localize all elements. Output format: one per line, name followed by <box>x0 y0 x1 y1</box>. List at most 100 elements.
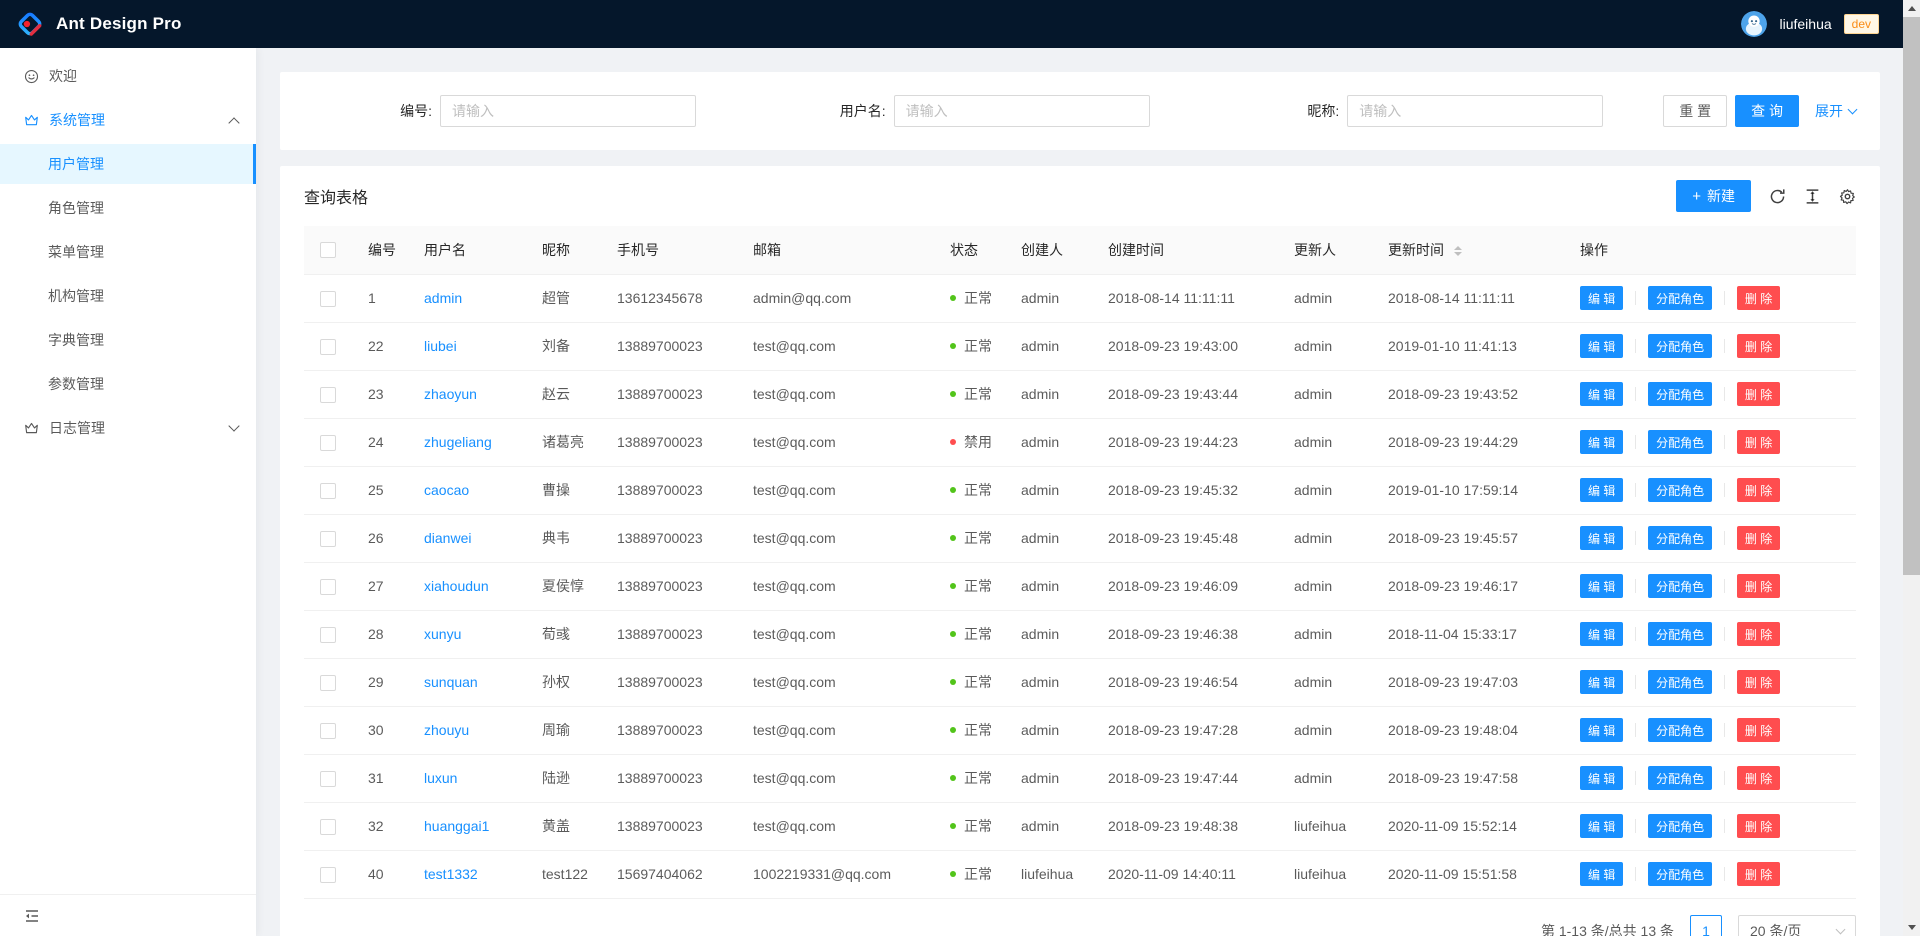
status-text: 正常 <box>964 720 992 740</box>
username-link[interactable]: luxun <box>424 770 457 786</box>
username-link[interactable]: zhugeliang <box>424 434 492 450</box>
username-link[interactable]: caocao <box>424 482 469 498</box>
reload-icon[interactable] <box>1769 188 1786 205</box>
delete-button[interactable]: 删 除 <box>1737 862 1780 886</box>
assign-role-button[interactable]: 分配角色 <box>1648 478 1712 502</box>
delete-button[interactable]: 删 除 <box>1737 574 1780 598</box>
col-header-updated[interactable]: 更新时间 <box>1372 226 1564 274</box>
page-1-button[interactable]: 1 <box>1690 915 1722 936</box>
username-link[interactable]: xunyu <box>424 626 461 642</box>
scroll-down-arrow-icon[interactable] <box>1903 919 1920 936</box>
assign-role-button[interactable]: 分配角色 <box>1648 814 1712 838</box>
delete-button[interactable]: 删 除 <box>1737 430 1780 454</box>
sidebar-item-role-mgmt[interactable]: 角色管理 <box>0 188 256 228</box>
delete-button[interactable]: 删 除 <box>1737 670 1780 694</box>
assign-role-button[interactable]: 分配角色 <box>1648 622 1712 646</box>
select-all-checkbox[interactable] <box>320 242 336 258</box>
row-checkbox[interactable] <box>320 675 336 691</box>
assign-role-button[interactable]: 分配角色 <box>1648 430 1712 454</box>
edit-button[interactable]: 编 辑 <box>1580 478 1623 502</box>
brand[interactable]: Ant Design Pro <box>16 10 182 38</box>
row-checkbox[interactable] <box>320 435 336 451</box>
new-button[interactable]: + 新建 <box>1676 180 1751 212</box>
row-checkbox[interactable] <box>320 771 336 787</box>
edit-button[interactable]: 编 辑 <box>1580 574 1623 598</box>
row-checkbox[interactable] <box>320 531 336 547</box>
scrollbar-thumb[interactable] <box>1903 17 1920 575</box>
delete-button[interactable]: 删 除 <box>1737 286 1780 310</box>
delete-button[interactable]: 删 除 <box>1737 814 1780 838</box>
username-link[interactable]: xiahoudun <box>424 578 489 594</box>
assign-role-button[interactable]: 分配角色 <box>1648 766 1712 790</box>
row-checkbox[interactable] <box>320 723 336 739</box>
edit-button[interactable]: 编 辑 <box>1580 766 1623 790</box>
username-link[interactable]: dianwei <box>424 530 471 546</box>
scroll-up-arrow-icon[interactable] <box>1903 0 1920 17</box>
edit-button[interactable]: 编 辑 <box>1580 334 1623 358</box>
query-button[interactable]: 查 询 <box>1735 95 1799 127</box>
vertical-scrollbar[interactable] <box>1903 0 1920 936</box>
delete-button[interactable]: 删 除 <box>1737 334 1780 358</box>
edit-button[interactable]: 编 辑 <box>1580 430 1623 454</box>
page-size-select[interactable]: 20 条/页 <box>1738 915 1856 936</box>
assign-role-button[interactable]: 分配角色 <box>1648 286 1712 310</box>
delete-button[interactable]: 删 除 <box>1737 766 1780 790</box>
row-checkbox[interactable] <box>320 339 336 355</box>
row-checkbox[interactable] <box>320 819 336 835</box>
row-checkbox[interactable] <box>320 627 336 643</box>
reset-button[interactable]: 重 置 <box>1663 95 1727 127</box>
username-link[interactable]: sunquan <box>424 674 478 690</box>
header-username[interactable]: liufeihua <box>1779 16 1831 32</box>
delete-button[interactable]: 删 除 <box>1737 526 1780 550</box>
username-link[interactable]: zhouyu <box>424 722 469 738</box>
nickname-input[interactable] <box>1347 95 1603 127</box>
divider <box>1635 819 1636 833</box>
assign-role-button[interactable]: 分配角色 <box>1648 382 1712 406</box>
row-checkbox[interactable] <box>320 291 336 307</box>
menu-fold-icon[interactable] <box>24 908 40 924</box>
edit-button[interactable]: 编 辑 <box>1580 670 1623 694</box>
delete-button[interactable]: 删 除 <box>1737 718 1780 742</box>
expand-link[interactable]: 展开 <box>1815 101 1856 121</box>
assign-role-button[interactable]: 分配角色 <box>1648 718 1712 742</box>
id-input[interactable] <box>440 95 696 127</box>
assign-role-button[interactable]: 分配角色 <box>1648 670 1712 694</box>
sidebar-item-org-mgmt[interactable]: 机构管理 <box>0 276 256 316</box>
sidebar-item-user-mgmt[interactable]: 用户管理 <box>0 144 256 184</box>
sidebar-item-menu-mgmt[interactable]: 菜单管理 <box>0 232 256 272</box>
row-checkbox[interactable] <box>320 579 336 595</box>
username-link[interactable]: test1332 <box>424 866 478 882</box>
sidebar-item-welcome[interactable]: 欢迎 <box>0 56 256 96</box>
edit-button[interactable]: 编 辑 <box>1580 718 1623 742</box>
setting-icon[interactable] <box>1839 188 1856 205</box>
sidebar-submenu-system[interactable]: 系统管理 <box>0 100 256 140</box>
delete-button[interactable]: 删 除 <box>1737 382 1780 406</box>
edit-button[interactable]: 编 辑 <box>1580 814 1623 838</box>
assign-role-button[interactable]: 分配角色 <box>1648 526 1712 550</box>
username-link[interactable]: liubei <box>424 338 457 354</box>
edit-button[interactable]: 编 辑 <box>1580 382 1623 406</box>
sidebar-item-param-mgmt[interactable]: 参数管理 <box>0 364 256 404</box>
edit-button[interactable]: 编 辑 <box>1580 622 1623 646</box>
sidebar-item-dict-mgmt[interactable]: 字典管理 <box>0 320 256 360</box>
edit-button[interactable]: 编 辑 <box>1580 286 1623 310</box>
user-avatar[interactable] <box>1741 11 1767 37</box>
sorter-icon[interactable] <box>1454 242 1462 260</box>
edit-button[interactable]: 编 辑 <box>1580 526 1623 550</box>
cell-email: test@qq.com <box>737 322 934 370</box>
delete-button[interactable]: 删 除 <box>1737 622 1780 646</box>
username-link[interactable]: zhaoyun <box>424 386 477 402</box>
edit-button[interactable]: 编 辑 <box>1580 862 1623 886</box>
assign-role-button[interactable]: 分配角色 <box>1648 862 1712 886</box>
sidebar-submenu-log[interactable]: 日志管理 <box>0 408 256 448</box>
row-checkbox[interactable] <box>320 387 336 403</box>
row-checkbox[interactable] <box>320 867 336 883</box>
username-input[interactable] <box>894 95 1150 127</box>
column-height-icon[interactable] <box>1804 188 1821 205</box>
row-checkbox[interactable] <box>320 483 336 499</box>
assign-role-button[interactable]: 分配角色 <box>1648 334 1712 358</box>
username-link[interactable]: admin <box>424 290 462 306</box>
username-link[interactable]: huanggai1 <box>424 818 489 834</box>
assign-role-button[interactable]: 分配角色 <box>1648 574 1712 598</box>
delete-button[interactable]: 删 除 <box>1737 478 1780 502</box>
